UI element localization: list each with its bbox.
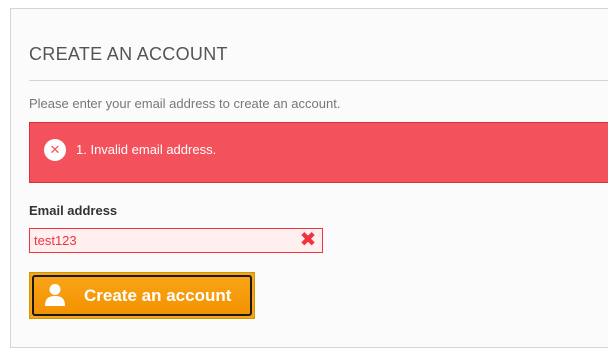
- error-message: 1. Invalid email address.: [76, 142, 217, 157]
- user-icon: [45, 284, 65, 306]
- create-account-button-face: Create an account: [32, 275, 252, 316]
- create-account-button-label: Create an account: [84, 286, 232, 305]
- intro-text: Please enter your email address to creat…: [29, 96, 341, 111]
- error-alert: ✕ 1. Invalid email address.: [29, 122, 608, 183]
- error-circle-icon: ✕: [44, 139, 66, 161]
- close-x-icon: ✖: [299, 229, 317, 251]
- heading-divider: [29, 80, 608, 81]
- page-heading: CREATE AN ACCOUNT: [29, 44, 228, 64]
- email-label: Email address: [29, 203, 118, 218]
- create-account-button[interactable]: Create an account: [29, 272, 255, 319]
- email-field[interactable]: [29, 228, 323, 253]
